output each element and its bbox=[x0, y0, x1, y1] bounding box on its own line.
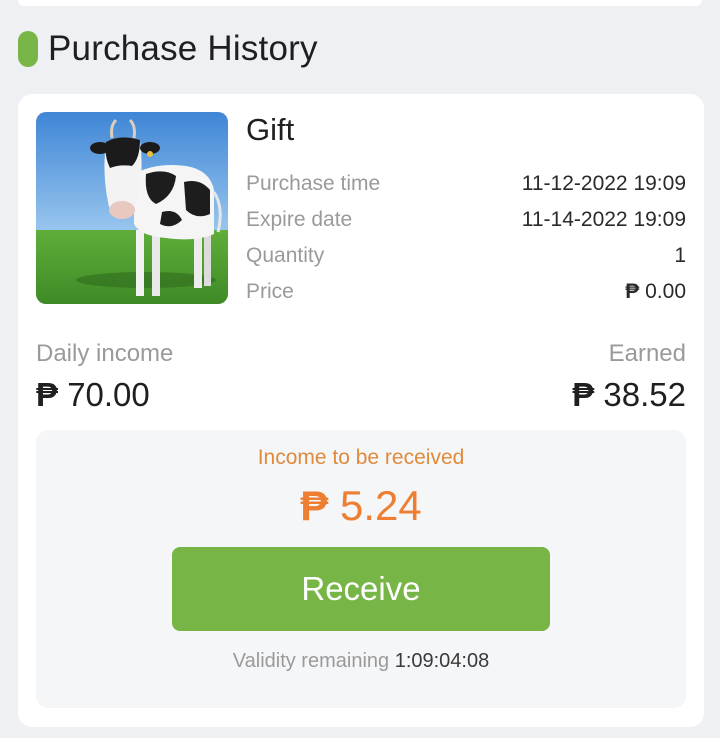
quantity-label: Quantity bbox=[246, 244, 325, 267]
pending-income-value: ₱ 5.24 bbox=[36, 482, 686, 530]
validity-countdown: 1:09:04:08 bbox=[394, 650, 490, 672]
receive-button[interactable]: Receive bbox=[172, 547, 550, 631]
earned-value: ₱ 38.52 bbox=[572, 376, 686, 414]
header-accent-bar bbox=[18, 31, 38, 67]
product-image bbox=[36, 112, 228, 304]
purchase-time-label: Purchase time bbox=[246, 172, 381, 195]
price-row: Price ₱ 0.00 bbox=[246, 277, 686, 307]
price-amount: 0.00 bbox=[645, 280, 686, 303]
daily-income-value: ₱ 70.00 bbox=[36, 376, 150, 414]
daily-income-label: Daily income bbox=[36, 340, 174, 367]
pending-income-label: Income to be received bbox=[257, 446, 465, 469]
peso-icon: ₱ bbox=[625, 280, 640, 303]
previous-card-edge bbox=[18, 0, 702, 6]
daily-income-amount: 70.00 bbox=[67, 376, 150, 413]
pending-income-amount: 5.24 bbox=[339, 482, 422, 529]
purchase-time-row: Purchase time 11-12-2022 19:09 bbox=[246, 169, 686, 199]
earned-label: Earned bbox=[608, 340, 686, 367]
peso-icon: ₱ bbox=[572, 376, 595, 413]
expire-date-value: 11-14-2022 19:09 bbox=[521, 208, 686, 231]
validity-label: Validity remaining bbox=[232, 650, 390, 672]
validity-remaining: Validity remaining 1:09:04:08 bbox=[36, 650, 686, 673]
expire-date-row: Expire date 11-14-2022 19:09 bbox=[246, 205, 686, 235]
quantity-row: Quantity 1 bbox=[246, 241, 686, 271]
cow-image-icon bbox=[36, 112, 228, 304]
section-header: Purchase History bbox=[18, 26, 318, 72]
peso-icon: ₱ bbox=[300, 482, 329, 529]
peso-icon: ₱ bbox=[36, 376, 59, 413]
pending-income-panel: Income to be received ₱ 5.24 Receive Val… bbox=[36, 430, 686, 708]
product-name: Gift bbox=[246, 112, 295, 147]
expire-date-label: Expire date bbox=[246, 208, 353, 231]
quantity-value: 1 bbox=[674, 244, 686, 267]
purchase-card: Gift Purchase time 11-12-2022 19:09 Expi… bbox=[18, 94, 704, 727]
earned-amount: 38.52 bbox=[603, 376, 686, 413]
purchase-time-value: 11-12-2022 19:09 bbox=[521, 172, 686, 195]
price-label: Price bbox=[246, 280, 294, 303]
page-title: Purchase History bbox=[48, 29, 318, 68]
price-value: ₱ 0.00 bbox=[625, 280, 686, 304]
